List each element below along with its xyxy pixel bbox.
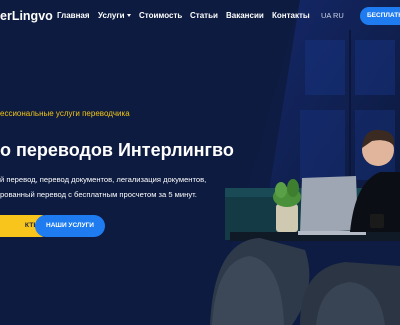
nav-articles-link[interactable]: Статьи xyxy=(190,11,218,20)
hero-description-line-2: рованный перевод с бесплатным просчетом … xyxy=(0,190,197,199)
nav-services-link[interactable]: Услуги xyxy=(98,11,131,20)
hero-background xyxy=(0,0,400,325)
site-logo[interactable]: erLingvo xyxy=(0,9,53,23)
lang-ru-link[interactable]: RU xyxy=(333,11,344,20)
top-navigation: erLingvo Главная Услуги Стоимость Статьи… xyxy=(0,0,400,32)
free-quote-button[interactable]: БЕСПЛАТН xyxy=(360,7,400,25)
nav-home-link[interactable]: Главная xyxy=(57,11,90,20)
nav-pricing-link[interactable]: Стоимость xyxy=(139,11,182,20)
chevron-down-icon xyxy=(126,14,131,18)
nav-contacts-link[interactable]: Контакты xyxy=(272,11,310,20)
lang-ua-link[interactable]: UA xyxy=(321,11,331,20)
hero-description-line-1: й перевод, перевод документов, легализац… xyxy=(0,175,207,184)
nav-services-label: Услуги xyxy=(98,11,125,20)
our-services-button[interactable]: НАШИ УСЛУГИ xyxy=(35,215,105,237)
nav-jobs-link[interactable]: Вакансии xyxy=(226,11,264,20)
hero-subtitle: ессиональные услуги переводчика xyxy=(0,109,130,118)
hero-title: о переводов Интерлингво xyxy=(0,140,234,160)
